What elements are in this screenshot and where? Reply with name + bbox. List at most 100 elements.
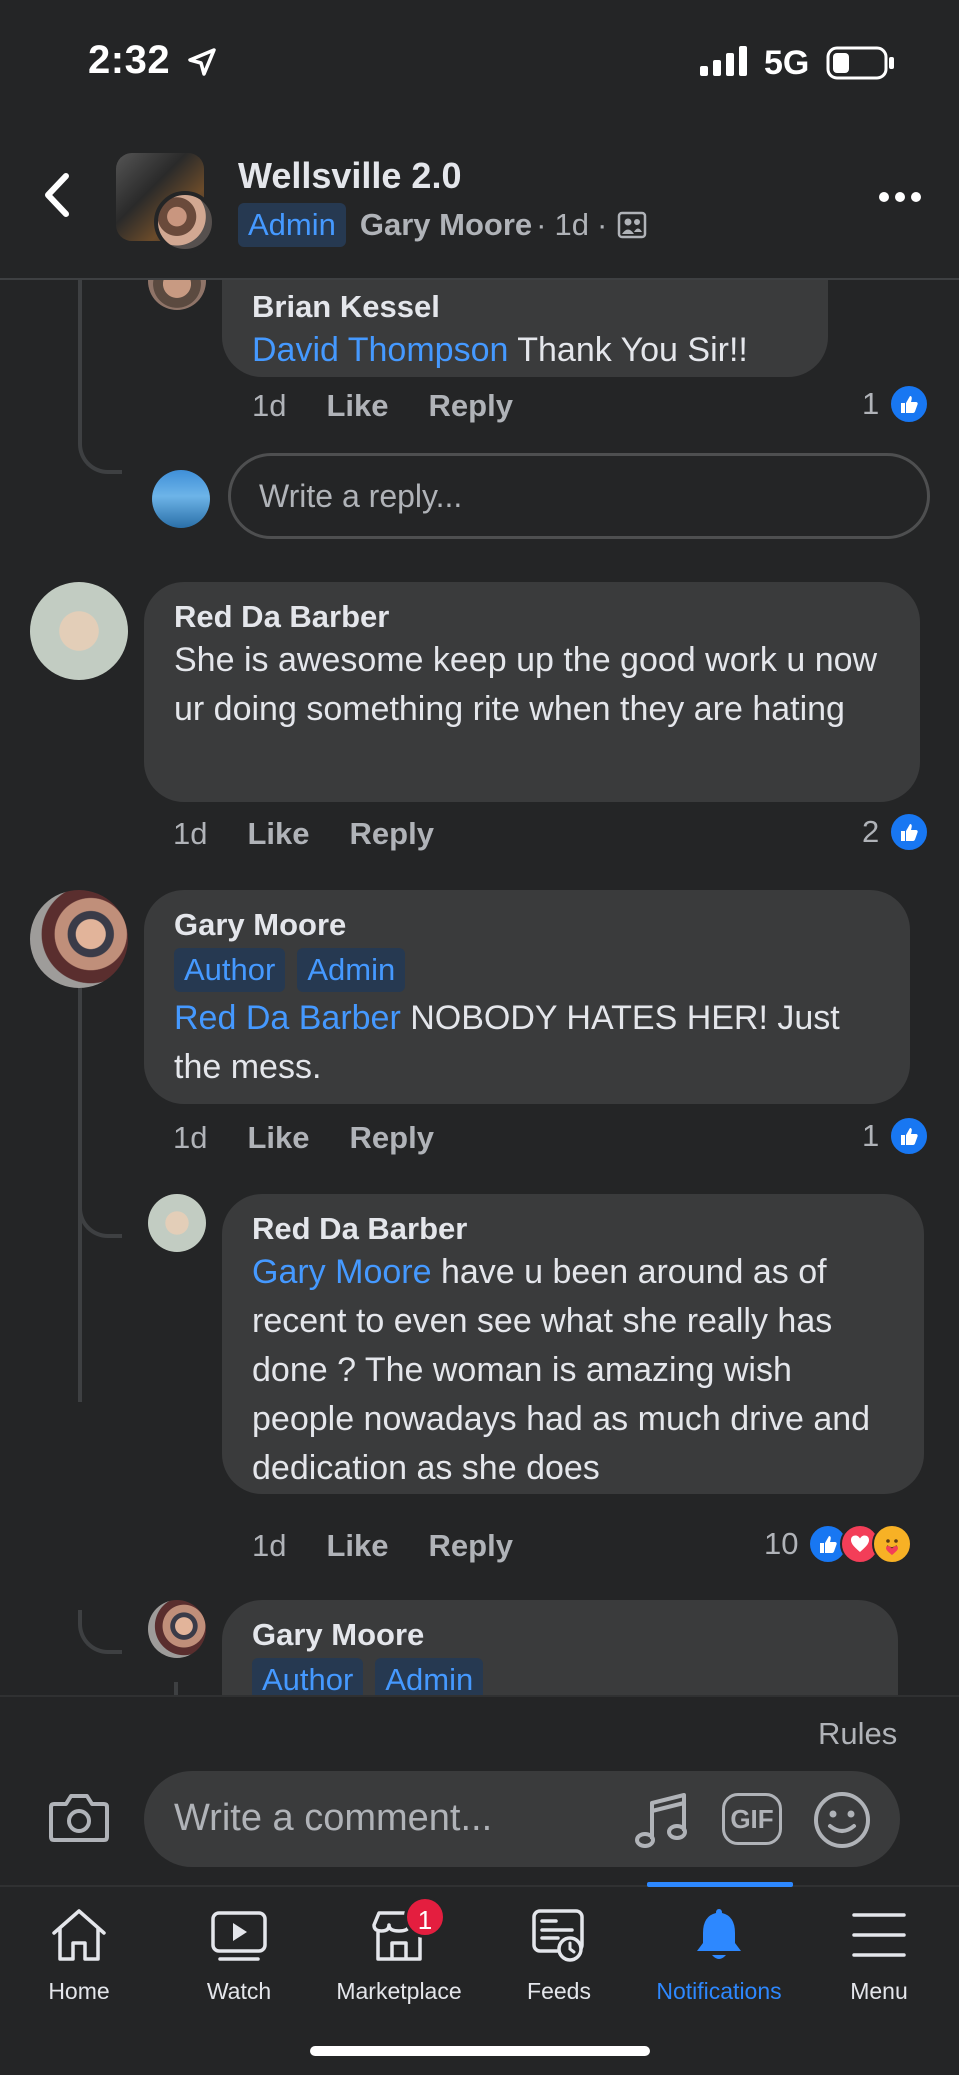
reaction-summary[interactable]: 1: [862, 1116, 930, 1156]
admin-badge: Admin: [297, 948, 406, 992]
menu-icon: [852, 1913, 906, 1957]
avatar[interactable]: [148, 280, 206, 310]
comment-text: Gary Moore have u been around as of rece…: [252, 1253, 871, 1487]
comment-time: 1d: [173, 1120, 208, 1155]
comment-time: 1d: [252, 388, 287, 423]
comment-actions: 1d Like Reply: [173, 816, 434, 852]
comment-actions: 1d Like Reply: [252, 1528, 513, 1564]
like-button[interactable]: Like: [326, 1528, 388, 1564]
avatar[interactable]: [148, 1600, 206, 1658]
reaction-summary[interactable]: 10: [764, 1524, 913, 1564]
thread-connector: [78, 1610, 122, 1654]
commenter-name[interactable]: Red Da Barber: [174, 598, 890, 636]
network-type: 5G: [764, 44, 810, 82]
reaction-summary[interactable]: 1: [862, 384, 930, 424]
like-button[interactable]: Like: [326, 388, 388, 424]
reply-button[interactable]: Reply: [429, 388, 513, 424]
reply-button[interactable]: Reply: [350, 816, 434, 852]
tab-label: Notifications: [656, 1978, 782, 2004]
separator-dot: ·: [596, 207, 608, 242]
thread-connector: [78, 430, 122, 474]
reaction-count: 10: [764, 1526, 799, 1561]
home-indicator: [310, 2046, 650, 2056]
comment-actions: 1d Like Reply: [173, 1120, 434, 1156]
mention-link[interactable]: David Thompson: [252, 331, 508, 369]
tab-feeds[interactable]: Feeds: [484, 1905, 634, 2005]
watch-icon: [211, 1911, 267, 1961]
like-reaction-icon: [889, 1116, 930, 1156]
like-reaction-icon: [889, 812, 930, 852]
commenter-name[interactable]: Red Da Barber: [252, 1210, 894, 1248]
avatar[interactable]: [30, 890, 128, 988]
like-reaction-icon: [889, 384, 930, 424]
reaction-count: 1: [862, 386, 880, 421]
tab-marketplace[interactable]: Marketplace: [324, 1905, 474, 2005]
tab-notifications[interactable]: Notifications: [644, 1905, 794, 2005]
mention-link[interactable]: Gary Moore: [252, 1253, 432, 1291]
admin-badge: Admin: [375, 1658, 484, 1695]
avatar[interactable]: [148, 1194, 206, 1252]
comment-time: 1d: [252, 1528, 287, 1563]
mention-link[interactable]: Red Da Barber: [174, 999, 401, 1037]
like-button[interactable]: Like: [247, 816, 309, 852]
care-reaction-icon: [872, 1524, 913, 1564]
reply-button[interactable]: Reply: [350, 1120, 434, 1156]
poster-name[interactable]: Gary Moore: [360, 207, 532, 243]
post-meta: Admin Gary Moore · 1d ·: [238, 203, 647, 247]
bell-icon: [697, 1909, 741, 1959]
music-icon[interactable]: [634, 1791, 690, 1851]
thread-line: [78, 280, 82, 430]
tab-menu[interactable]: Menu: [804, 1905, 954, 2005]
tab-label: Home: [48, 1978, 110, 2004]
marketplace-badge: 1: [404, 1896, 446, 1938]
back-arrow-icon[interactable]: [40, 170, 76, 220]
comment-bubble: Gary Moore Author Admin Red Da Barber NO…: [144, 890, 910, 1104]
comments-list: Brian Kessel David Thompson Thank You Si…: [0, 280, 959, 1695]
commenter-name[interactable]: Gary Moore: [174, 906, 880, 944]
battery-icon: [826, 46, 894, 80]
camera-icon[interactable]: [48, 1790, 110, 1844]
author-badge: Author: [174, 948, 286, 992]
group-name[interactable]: Wellsville 2.0: [238, 155, 461, 197]
status-time: 2:32: [88, 38, 171, 82]
like-button[interactable]: Like: [247, 1120, 309, 1156]
commenter-badges: Author Admin: [174, 948, 880, 992]
reaction-count: 1: [862, 1118, 880, 1153]
gif-button[interactable]: GIF: [722, 1793, 782, 1845]
rules-link[interactable]: Rules: [818, 1716, 897, 1752]
comment-text: She is awesome keep up the good work u n…: [174, 641, 878, 728]
comment-text: Red Da Barber NOBODY HATES HER! Just the…: [174, 999, 840, 1086]
commenter-name[interactable]: Brian Kessel: [252, 288, 798, 326]
group-avatar[interactable]: [116, 153, 220, 253]
more-options-icon[interactable]: [878, 190, 922, 204]
feeds-icon: [532, 1909, 584, 1962]
comment-actions: 1d Like Reply: [252, 388, 513, 424]
reaction-count: 2: [862, 814, 880, 849]
emoji-icon[interactable]: [812, 1790, 872, 1850]
group-members-icon: [618, 211, 647, 239]
author-badge: Author: [252, 1658, 364, 1695]
tab-label: Watch: [206, 1978, 272, 2004]
tab-watch[interactable]: Watch: [164, 1905, 314, 2005]
comment-bubble: Red Da Barber Gary Moore have u been aro…: [222, 1194, 924, 1494]
comment-text: David Thompson Thank You Sir!!: [252, 331, 748, 369]
tab-label: Marketplace: [336, 1978, 462, 2004]
poster-avatar: [154, 191, 216, 253]
reply-button[interactable]: Reply: [429, 1528, 513, 1564]
thread-connector: [78, 1194, 122, 1238]
commenter-badges: Author Admin: [252, 1658, 868, 1695]
comment-bubble: Red Da Barber She is awesome keep up the…: [144, 582, 920, 802]
comment-bubble: Brian Kessel David Thompson Thank You Si…: [222, 280, 828, 377]
tab-home[interactable]: Home: [4, 1905, 154, 2005]
separator-dot: ·: [536, 207, 547, 242]
tab-label: Feeds: [527, 1978, 591, 2004]
current-user-avatar: [152, 470, 210, 528]
avatar[interactable]: [30, 582, 128, 680]
active-tab-indicator: [647, 1882, 793, 1887]
reaction-summary[interactable]: 2: [862, 812, 930, 852]
thread-line: [174, 1682, 178, 1695]
home-icon: [52, 1909, 106, 1961]
comment-bubble: Gary Moore Author Admin: [222, 1600, 898, 1695]
commenter-name[interactable]: Gary Moore: [252, 1616, 868, 1654]
reply-input[interactable]: Write a reply...: [228, 453, 930, 539]
